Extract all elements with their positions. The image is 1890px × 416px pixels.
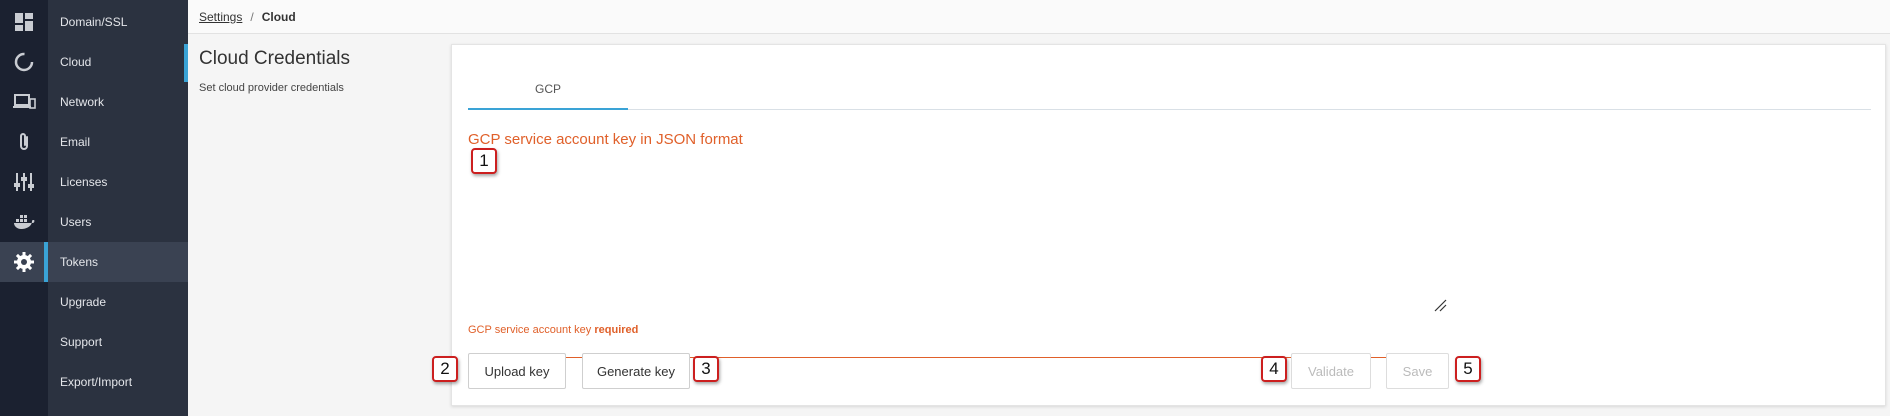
page-subtitle: Set cloud provider credentials <box>199 82 344 94</box>
provider-tabs: GCP <box>468 69 1871 110</box>
sidebar-item-label: Upgrade <box>60 295 107 309</box>
validate-button[interactable]: Validate <box>1291 353 1371 389</box>
tab-gcp[interactable]: GCP <box>468 69 628 110</box>
breadcrumb-separator: / <box>250 9 254 24</box>
annotation-badge-1: 1 <box>471 148 497 174</box>
breadcrumb: Settings / Cloud <box>188 0 1890 34</box>
breadcrumb-current: Cloud <box>261 9 296 24</box>
sidebar-item-label: Domain/SSL <box>60 15 128 29</box>
sidebar-item-email[interactable]: Email <box>48 122 188 162</box>
upload-key-button[interactable]: Upload key <box>468 353 566 389</box>
paperclip-icon[interactable] <box>0 122 48 162</box>
breadcrumb-settings-link[interactable]: Settings <box>199 10 242 24</box>
sidebar-item-upgrade[interactable]: Upgrade <box>48 282 188 322</box>
refresh-icon[interactable] <box>0 42 48 82</box>
annotation-badge-4: 4 <box>1261 356 1287 382</box>
sidebar-item-label: Network <box>60 95 105 109</box>
sidebar-item-label: Export/Import <box>60 375 133 389</box>
sidebar-item-label: Support <box>60 335 103 349</box>
sidebar-item-export-import[interactable]: Export/Import <box>48 362 188 402</box>
sliders-icon[interactable] <box>0 162 48 202</box>
sidebar-item-cloud[interactable]: Cloud <box>48 42 188 82</box>
sidebar-item-label: Users <box>60 215 92 229</box>
key-required-error: GCP service account key required <box>468 324 638 336</box>
resize-grip-icon[interactable] <box>1433 298 1447 312</box>
page-title: Cloud Credentials <box>199 48 351 69</box>
docker-icon[interactable] <box>0 202 48 242</box>
annotation-badge-3: 3 <box>693 356 719 382</box>
annotation-badge-5: 5 <box>1455 356 1481 382</box>
page-title-accent <box>184 44 188 82</box>
sidebar-item-support[interactable]: Support <box>48 322 188 362</box>
sidebar-item-users[interactable]: Users <box>48 202 188 242</box>
credentials-card: GCP GCP service account key in JSON form… <box>451 44 1886 406</box>
sidebar-item-label: Licenses <box>60 175 108 189</box>
key-field-label: GCP service account key in JSON format <box>468 131 743 148</box>
sidebar-item-label: Cloud <box>60 55 92 69</box>
error-strong: required <box>594 324 639 336</box>
settings-sidebar: Domain/SSL Cloud Network Email Licenses … <box>44 0 188 416</box>
sidebar-item-network[interactable]: Network <box>48 82 188 122</box>
error-prefix: GCP service account key <box>468 324 592 336</box>
sidebar-item-label: Email <box>60 135 91 149</box>
sidebar-item-domain-ssl[interactable]: Domain/SSL <box>48 2 188 42</box>
icon-rail <box>0 0 48 416</box>
gear-icon[interactable] <box>0 242 48 282</box>
devices-icon[interactable] <box>0 82 48 122</box>
sidebar-item-licenses[interactable]: Licenses <box>48 162 188 202</box>
dashboard-icon[interactable] <box>0 2 48 42</box>
save-button[interactable]: Save <box>1386 353 1449 389</box>
sidebar-item-label: Tokens <box>60 255 99 269</box>
sidebar-item-tokens[interactable]: Tokens <box>44 242 188 282</box>
annotation-badge-2: 2 <box>432 356 458 382</box>
generate-key-button[interactable]: Generate key <box>582 353 690 389</box>
